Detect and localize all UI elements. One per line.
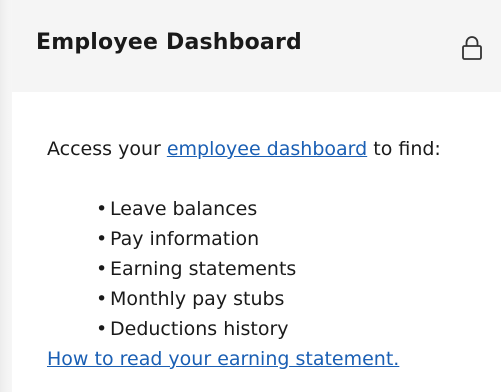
feature-list: • Leave balances • Pay information • Earnin… (96, 194, 296, 344)
intro-text-before: Access your (47, 138, 167, 160)
list-item: • Deductions history (96, 314, 296, 344)
list-item: • Monthly pay stubs (96, 284, 296, 314)
list-item: • Earning statements (96, 254, 296, 284)
intro-text: Access your employee dashboard to find: (47, 134, 467, 164)
bullet: • (96, 288, 108, 310)
list-item-label: Earning statements (110, 258, 297, 280)
bullet: • (96, 258, 108, 280)
bullet: • (96, 318, 108, 340)
intro-text-after: to find: (367, 138, 441, 160)
bullet: • (96, 198, 108, 220)
card-left-edge (0, 0, 12, 392)
lock-icon (462, 36, 482, 60)
list-item-label: Leave balances (110, 198, 258, 220)
list-item-label: Deductions history (110, 318, 289, 340)
list-item-label: Monthly pay stubs (110, 288, 285, 310)
bullet: • (96, 228, 108, 250)
employee-dashboard-link[interactable]: employee dashboard (167, 138, 367, 160)
card-body: Access your employee dashboard to find: … (12, 92, 501, 392)
employee-dashboard-card: Employee Dashboard Access your employee … (0, 0, 501, 392)
list-item-label: Pay information (110, 228, 260, 250)
list-item: • Leave balances (96, 194, 296, 224)
earning-statement-help-link[interactable]: How to read your earning statement. (47, 344, 399, 374)
list-item: • Pay information (96, 224, 296, 254)
card-title: Employee Dashboard (36, 30, 302, 55)
card-header: Employee Dashboard (12, 0, 501, 92)
